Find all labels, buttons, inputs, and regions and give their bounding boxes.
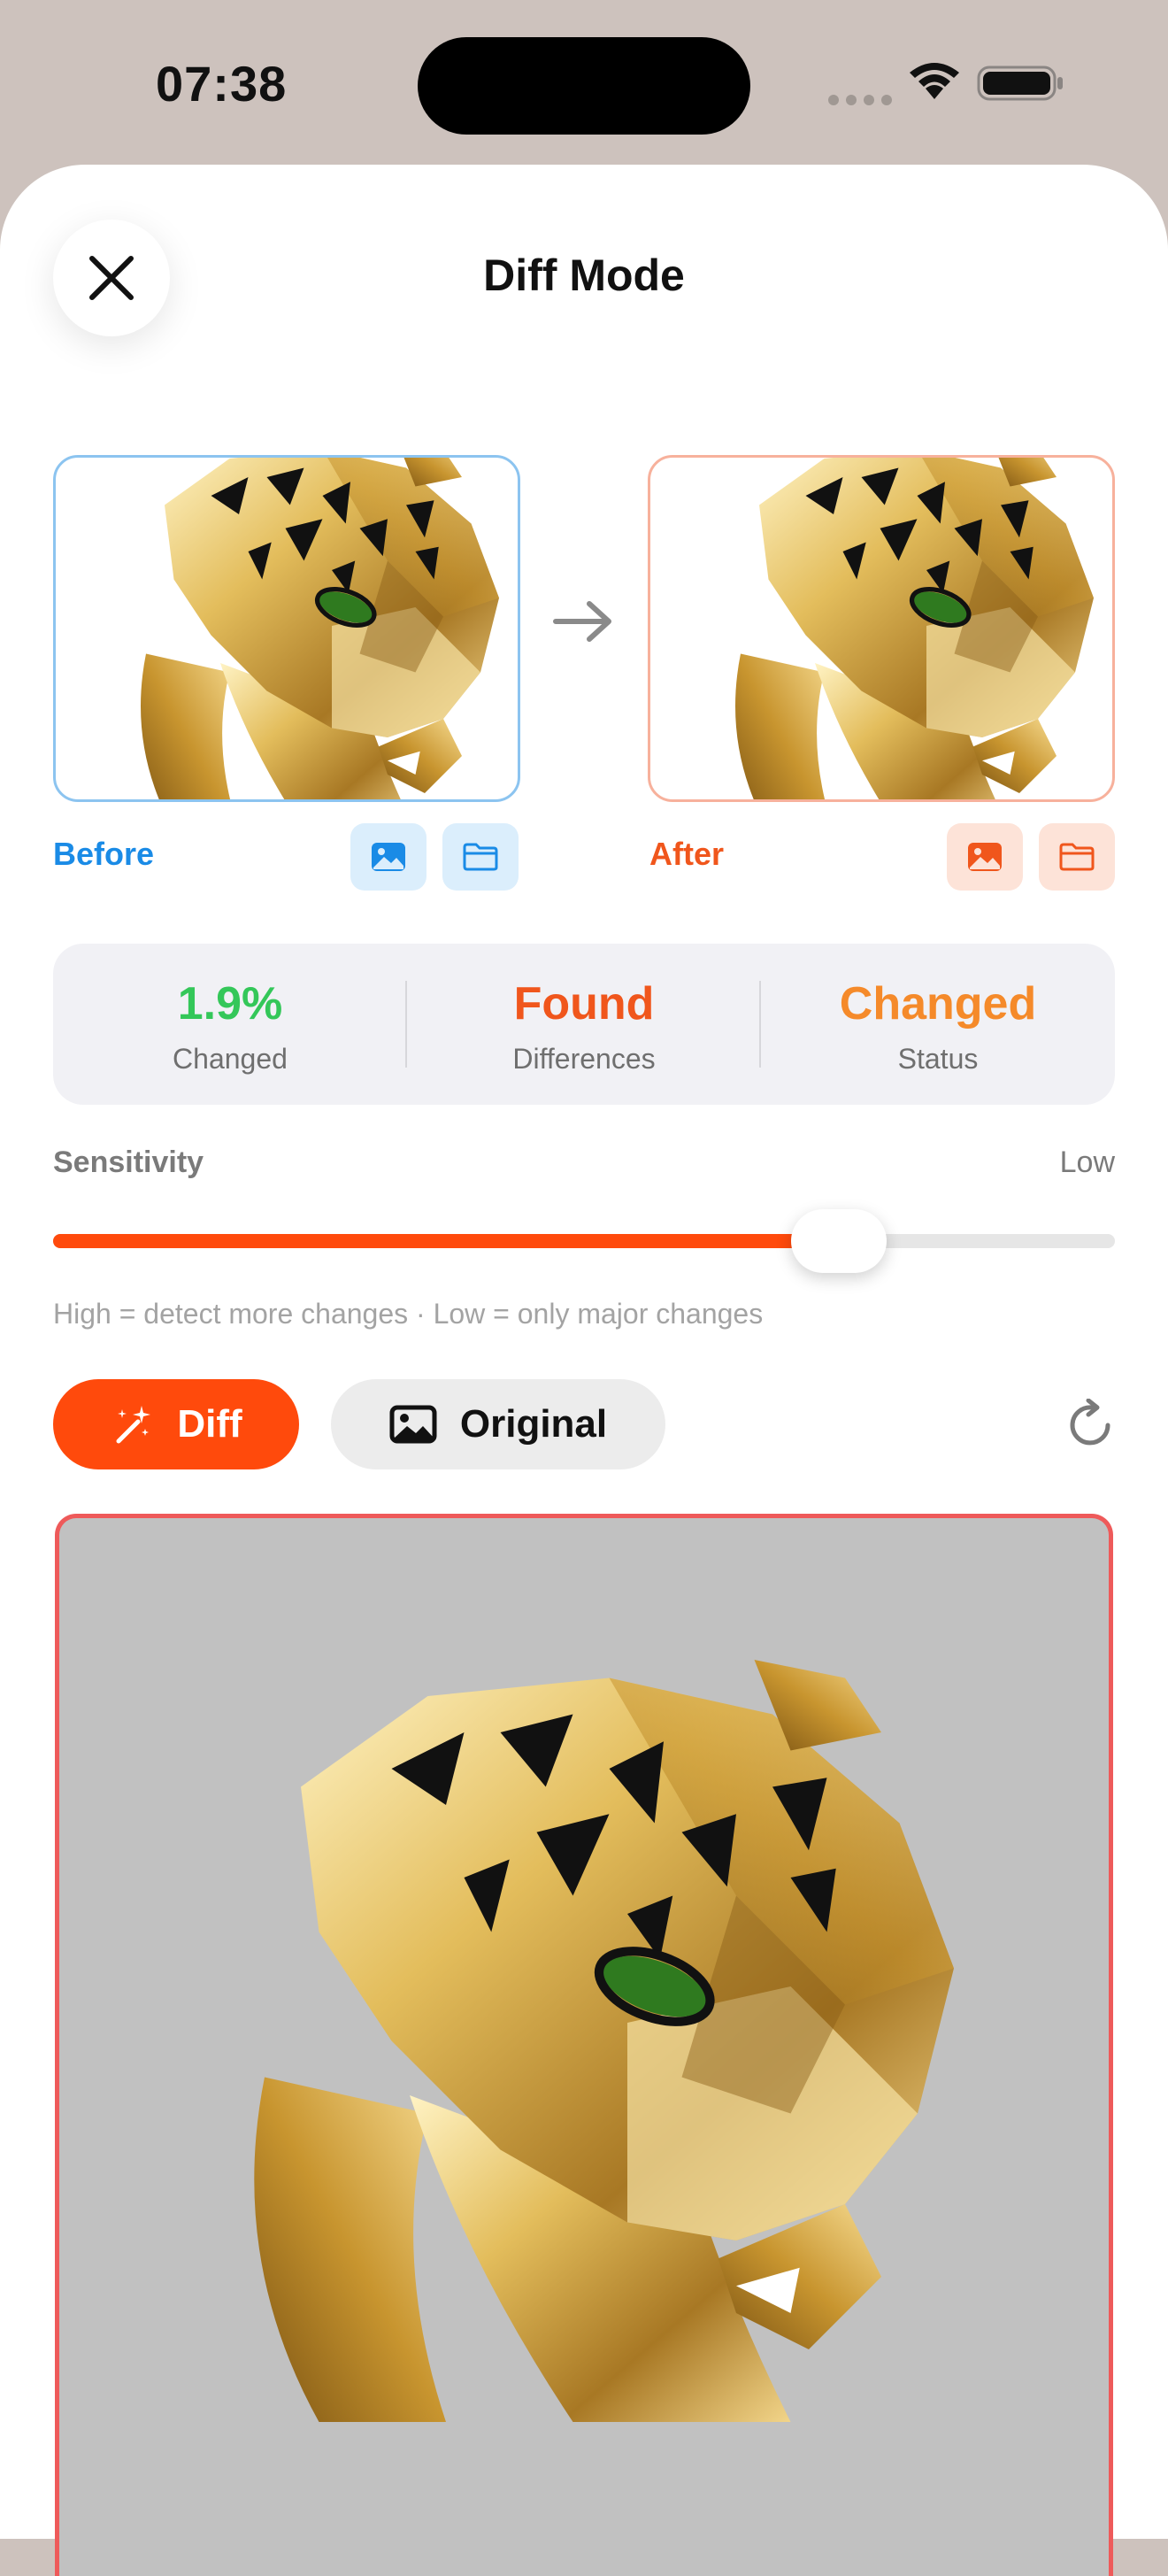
before-files-button[interactable]: [442, 823, 519, 891]
folder-icon: [463, 843, 498, 871]
photo-icon: [968, 843, 1002, 871]
diff-stats-card: 1.9% Changed Found Differences Changed S…: [53, 944, 1115, 1105]
status-bar: 07:38: [0, 0, 1168, 165]
stat-changed-percent: 1.9% Changed: [53, 944, 407, 1105]
stat-label: Differences: [512, 1043, 656, 1075]
stat-status: Changed Status: [761, 944, 1115, 1105]
dynamic-island: [418, 37, 750, 135]
stat-value: Found: [513, 978, 655, 1030]
stat-value: 1.9%: [177, 978, 283, 1030]
arrow-right-icon: [553, 601, 611, 642]
sensitivity-label: Sensitivity: [53, 1145, 204, 1179]
after-photo-library-button[interactable]: [947, 823, 1023, 891]
diff-mode-label: Diff: [177, 1402, 242, 1446]
diff-preview-image[interactable]: [55, 1514, 1113, 2576]
page-title: Diff Mode: [483, 251, 685, 300]
cellular-signal-icon: [828, 94, 899, 110]
stat-differences: Found Differences: [407, 944, 761, 1105]
status-icons: [823, 60, 1071, 105]
diff-ring-image: [59, 1518, 1113, 2576]
refresh-icon[interactable]: [1065, 1399, 1118, 1454]
after-label: After: [649, 836, 725, 872]
before-photo-library-button[interactable]: [350, 823, 426, 891]
original-mode-label: Original: [459, 1402, 608, 1446]
after-ring-image: [650, 458, 1115, 802]
status-time: 07:38: [156, 56, 288, 112]
diff-mode-sheet: Diff Mode Before After 1.9% Changed Foun…: [0, 165, 1168, 2576]
before-image-thumbnail[interactable]: [53, 455, 520, 802]
photo-icon: [372, 843, 405, 871]
sensitivity-hint: High = detect more changes · Low = only …: [53, 1298, 764, 1330]
slider-fill: [53, 1234, 839, 1248]
photo-icon: [389, 1405, 437, 1444]
stat-value: Changed: [839, 978, 1037, 1030]
before-ring-image: [56, 458, 520, 802]
folder-icon: [1059, 843, 1095, 871]
stat-label: Status: [897, 1043, 979, 1075]
diff-mode-button[interactable]: Diff: [53, 1379, 299, 1469]
stat-label: Changed: [173, 1043, 288, 1075]
battery-icon: [977, 66, 1063, 101]
before-label: Before: [53, 836, 155, 872]
after-files-button[interactable]: [1039, 823, 1115, 891]
wifi-icon: [910, 63, 959, 99]
sensitivity-slider[interactable]: [53, 1209, 1115, 1273]
sensitivity-value: Low: [1059, 1145, 1115, 1179]
original-mode-button[interactable]: Original: [331, 1379, 665, 1469]
magic-wand-icon: [116, 1406, 151, 1444]
slider-thumb[interactable]: [791, 1209, 887, 1273]
after-image-thumbnail[interactable]: [648, 455, 1115, 802]
